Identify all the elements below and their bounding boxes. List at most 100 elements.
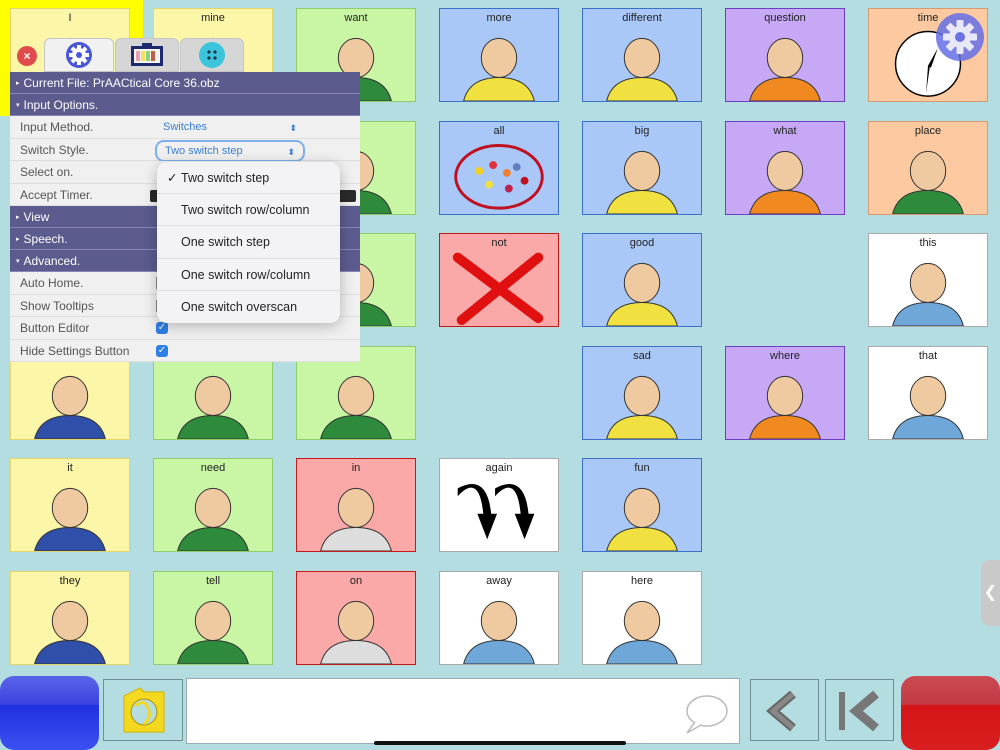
dropdown-option[interactable]: One switch step xyxy=(157,226,340,259)
switch-style-value: Two switch step xyxy=(165,144,243,157)
close-button[interactable]: × xyxy=(17,46,37,66)
dropdown-option[interactable]: ✓ Two switch step xyxy=(157,162,340,195)
symbol-cell[interactable]: where xyxy=(725,346,845,440)
symbol-label: on xyxy=(349,575,363,587)
symbol-cell[interactable]: fun xyxy=(582,458,702,552)
symbol-cell[interactable]: on xyxy=(296,571,416,665)
symbol-cell[interactable]: not xyxy=(439,233,559,327)
tab-keyboard[interactable] xyxy=(115,38,179,72)
input-method-select[interactable]: Switches ⬍ xyxy=(155,118,305,136)
dropdown-option[interactable]: One switch overscan xyxy=(157,291,340,323)
symbol-label: need xyxy=(200,462,226,474)
button-editor-checkbox[interactable]: ✓ xyxy=(156,322,168,334)
symbol-label: I xyxy=(68,12,72,24)
symbol-cell[interactable]: again xyxy=(439,458,559,552)
symbol-label: they xyxy=(59,575,81,587)
symbol-cell[interactable]: that xyxy=(868,346,988,440)
symbol-cell[interactable]: away xyxy=(439,571,559,665)
back-to-start-button[interactable] xyxy=(825,679,894,741)
switch-style-select[interactable]: Two switch step ⬍ xyxy=(155,139,305,162)
settings-float-button[interactable] xyxy=(936,13,984,61)
gear-icon xyxy=(943,20,977,54)
disclosure-icon: ▸ xyxy=(16,213,20,221)
back-button[interactable] xyxy=(750,679,819,741)
symbol-cell[interactable]: need xyxy=(153,458,273,552)
home-logo-icon xyxy=(123,687,165,733)
symbol-label: again xyxy=(485,462,513,474)
skip-back-icon xyxy=(839,690,879,732)
symbol-label: mine xyxy=(201,12,225,24)
checkmark-icon: ✓ xyxy=(167,171,178,185)
current-file-label: Current File: PrAACtical Core 36.obz xyxy=(23,76,220,90)
speech-label: Speech. xyxy=(23,232,68,246)
symbol-label: fun xyxy=(634,462,650,474)
accept-timer-label: Accept Timer. xyxy=(20,187,93,202)
symbol-cell[interactable]: it xyxy=(10,458,130,552)
switch-button-icon xyxy=(199,42,225,68)
hide-settings-checkbox[interactable]: ✓ xyxy=(156,344,168,357)
symbol-cell[interactable]: big xyxy=(582,121,702,215)
symbol-cell[interactable]: they xyxy=(10,571,130,665)
disclosure-icon: ▾ xyxy=(16,257,20,265)
symbol-label: in xyxy=(351,462,361,474)
symbol-label: tell xyxy=(205,575,221,587)
option-label: One switch overscan xyxy=(181,299,298,314)
gear-icon xyxy=(66,42,92,68)
symbol-cell[interactable]: more xyxy=(439,8,559,102)
symbol-label: what xyxy=(773,125,797,137)
option-label: Two switch step xyxy=(181,171,270,185)
input-method-value: Switches xyxy=(163,121,208,133)
current-file-header[interactable]: ▸ Current File: PrAACtical Core 36.obz xyxy=(10,72,360,94)
chevron-left-icon: ❮ xyxy=(983,584,998,601)
dropdown-option[interactable]: Two switch row/column xyxy=(157,194,340,227)
symbol-label: all xyxy=(493,125,505,137)
symbol-cell[interactable]: question xyxy=(725,8,845,102)
auto-home-label: Auto Home. xyxy=(20,276,84,290)
home-indicator[interactable] xyxy=(374,741,626,745)
symbol-cell[interactable]: sad xyxy=(582,346,702,440)
chevron-updown-icon: ⬍ xyxy=(287,146,295,157)
symbol-cell[interactable]: what xyxy=(725,121,845,215)
disclosure-icon: ▸ xyxy=(16,79,20,87)
symbol-cell[interactable]: this xyxy=(868,233,988,327)
switch-style-row: Switch Style. Two switch step ⬍ xyxy=(10,138,360,162)
symbol-label: more xyxy=(486,12,512,24)
home-button[interactable] xyxy=(103,679,183,741)
input-options-label: Input Options. xyxy=(23,98,99,112)
settings-tabs: × xyxy=(10,36,360,72)
symbol-label: sad xyxy=(633,350,651,362)
side-panel-handle[interactable]: ❮ xyxy=(981,560,1000,626)
left-action-button[interactable] xyxy=(0,676,99,750)
dropdown-option[interactable]: One switch row/column xyxy=(157,259,340,291)
tab-settings[interactable] xyxy=(44,38,114,72)
input-options-header[interactable]: ▾ Input Options. xyxy=(10,94,360,116)
symbol-label: away xyxy=(486,575,512,587)
switch-style-dropdown: ✓ Two switch step Two switch row/column One… xyxy=(157,162,340,323)
symbol-cell[interactable]: all xyxy=(439,121,559,215)
input-method-row: Input Method. Switches ⬍ xyxy=(10,116,360,139)
symbol-cell[interactable]: different xyxy=(582,8,702,102)
symbol-cell[interactable]: in xyxy=(296,458,416,552)
symbol-label: that xyxy=(918,350,938,362)
right-action-button[interactable] xyxy=(901,676,1000,750)
symbol-label: it xyxy=(67,462,73,474)
symbol-cell[interactable]: place xyxy=(868,121,988,215)
disclosure-icon: ▾ xyxy=(16,101,20,109)
symbol-label: here xyxy=(630,575,654,587)
option-label: Two switch row/column xyxy=(181,203,310,218)
symbol-label: question xyxy=(764,12,806,24)
message-bar[interactable] xyxy=(186,678,740,744)
switch-style-label: Switch Style. xyxy=(20,142,89,157)
symbol-cell[interactable]: good xyxy=(582,233,702,327)
symbol-label: good xyxy=(629,237,655,249)
select-on-label: Select on. xyxy=(20,165,74,179)
hide-settings-label: Hide Settings Button xyxy=(20,343,130,358)
hide-settings-row: Hide Settings Button ✓ xyxy=(10,339,360,362)
symbol-cell[interactable]: tell xyxy=(153,571,273,665)
speech-bubble-icon[interactable] xyxy=(681,691,729,737)
advanced-label: Advanced. xyxy=(23,254,81,268)
tab-switch[interactable] xyxy=(180,38,244,72)
symbol-cell[interactable]: here xyxy=(582,571,702,665)
disclosure-icon: ▸ xyxy=(16,235,20,243)
symbol-label: place xyxy=(914,125,942,137)
